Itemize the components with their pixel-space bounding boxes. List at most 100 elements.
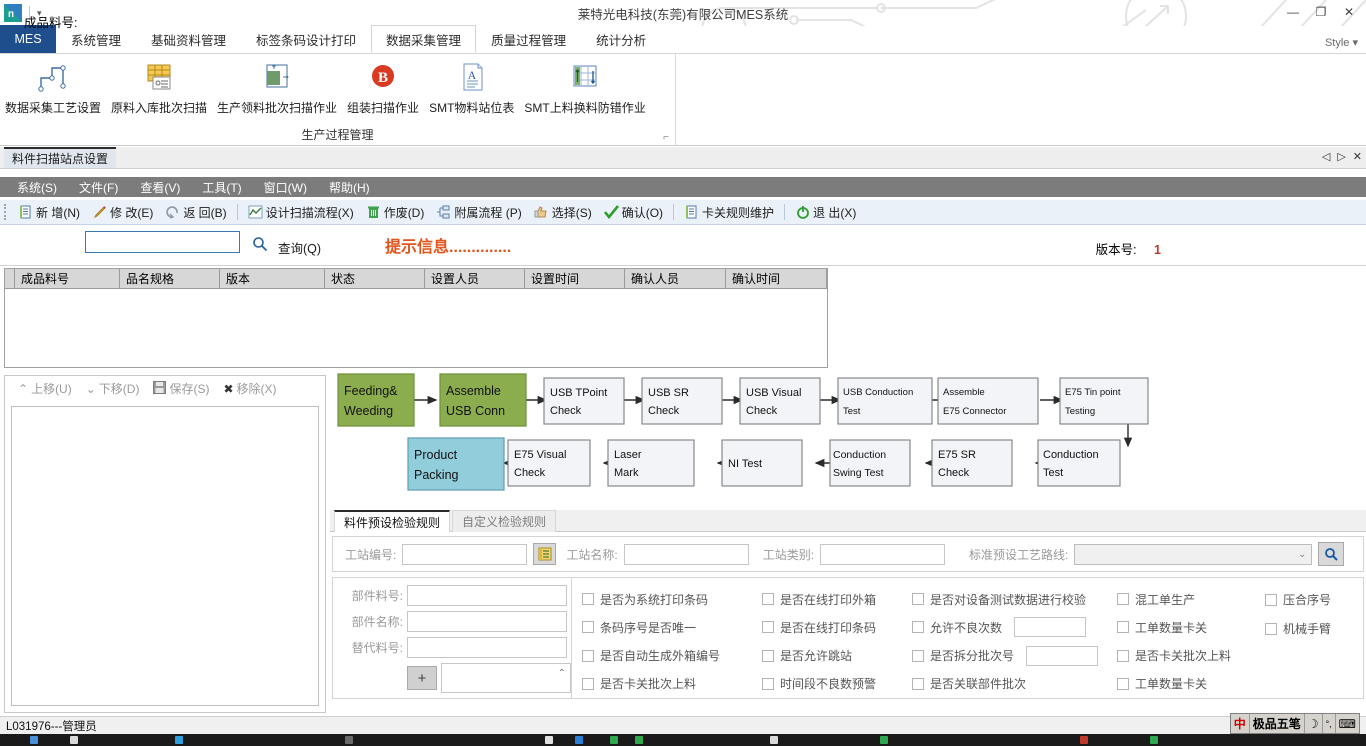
chk-system-print-barcode[interactable]: 是否为系统打印条码	[572, 585, 752, 613]
query-button[interactable]: 查询(Q)	[278, 238, 321, 257]
taskbar-icon[interactable]	[30, 736, 38, 744]
checkbox-box[interactable]	[912, 677, 924, 690]
form-toolbar[interactable]: 新 增(N) 修 改(E) 返 回(B) 设计扫描流程(X) 作废(D) 附属流…	[0, 200, 1366, 225]
dialog-launcher-icon[interactable]: ⌐	[663, 132, 669, 143]
checkbox-box[interactable]	[912, 649, 924, 662]
station-name-input[interactable]	[623, 543, 749, 565]
move-up-button[interactable]: ⌃ 上移(U)	[11, 380, 79, 397]
checkbox-box[interactable]	[1117, 649, 1129, 662]
chevron-left-icon[interactable]: ◁	[1322, 150, 1330, 163]
tab-preset-inspection-rules[interactable]: 料件预设检验规则	[334, 510, 451, 532]
checkbox-box[interactable]	[582, 649, 594, 662]
taskbar-icon[interactable]	[545, 736, 553, 744]
allow-defect-count-input[interactable]	[1014, 617, 1087, 638]
substitute-part-no-input[interactable]	[407, 637, 567, 658]
toolbar-back-button[interactable]: 返 回(B)	[159, 201, 232, 223]
ime-name[interactable]: 极品五笔	[1250, 714, 1305, 733]
os-taskbar[interactable]	[0, 734, 1366, 746]
chk-press-sequence-no[interactable]: 压合序号	[1255, 585, 1363, 614]
chk-barcode-seq-unique[interactable]: 条码序号是否唯一	[572, 613, 752, 641]
chk-robot-arm[interactable]: 机械手臂	[1255, 614, 1363, 643]
finished-part-no-input[interactable]	[85, 231, 240, 253]
grid-col-part-no[interactable]: 成品料号	[15, 269, 120, 288]
toolbar-design-flow-button[interactable]: 设计扫描流程(X)	[242, 201, 360, 223]
checkbox-box[interactable]	[582, 621, 594, 634]
checkbox-box[interactable]	[912, 621, 924, 634]
grid-col-set-time[interactable]: 设置时间	[525, 269, 625, 288]
minimize-button[interactable]: —	[1280, 2, 1306, 22]
grid-col-setter[interactable]: 设置人员	[425, 269, 525, 288]
checkbox-box[interactable]	[762, 621, 774, 634]
chk-online-print-carton[interactable]: 是否在线打印外箱	[752, 585, 902, 613]
station-no-input[interactable]	[402, 543, 528, 565]
checkbox-box[interactable]	[1265, 622, 1277, 635]
mdi-nav-controls[interactable]: ◁ ▷ ✕	[1322, 150, 1362, 163]
checkbox-box[interactable]	[762, 593, 774, 606]
ribbon-tab-statistics[interactable]: 统计分析	[581, 25, 661, 53]
toolbar-select-button[interactable]: 选择(S)	[528, 201, 598, 223]
ime-mode-icon[interactable]: 中	[1231, 714, 1250, 733]
checkbox-box[interactable]	[582, 677, 594, 690]
taskbar-icon[interactable]	[635, 736, 643, 744]
taskbar-icon[interactable]	[175, 736, 183, 744]
mdi-tab-scan-station-setup[interactable]: 料件扫描站点设置	[4, 147, 117, 168]
toolbar-void-button[interactable]: 作废(D)	[360, 201, 431, 223]
chk-split-batch-no[interactable]: 是否拆分批次号	[902, 642, 1107, 670]
taskbar-icon[interactable]	[770, 736, 778, 744]
ribbon-item-production-issue-scan[interactable]: 生产领料批次扫描作业	[212, 58, 342, 116]
toolbar-rules-maintenance-button[interactable]: 卡关规则维护	[678, 201, 780, 223]
checkbox-box[interactable]	[762, 677, 774, 690]
taskbar-icon[interactable]	[345, 736, 353, 744]
menu-file[interactable]: 文件(F)	[68, 179, 129, 196]
move-down-button[interactable]: ⌄ 下移(D)	[79, 380, 147, 397]
ribbon-item-assembly-scan[interactable]: B 组装扫描作业	[342, 58, 424, 116]
ribbon-item-smt-material-station[interactable]: A SMT物料站位表	[424, 58, 519, 116]
maximize-button[interactable]: ❐	[1308, 2, 1334, 22]
component-name-input[interactable]	[407, 611, 567, 632]
inspection-rules-tabs[interactable]: 料件预设检验规则 自定义检验规则	[330, 510, 1366, 532]
standard-route-combo[interactable]: ⌄	[1074, 543, 1313, 565]
taskbar-icon[interactable]	[1080, 736, 1088, 744]
taskbar-icon[interactable]	[70, 736, 78, 744]
menu-bar[interactable]: 系统(S) 文件(F) 查看(V) 工具(T) 窗口(W) 帮助(H)	[0, 177, 1366, 197]
close-icon[interactable]: ✕	[1353, 150, 1362, 163]
ribbon-tab-quality[interactable]: 质量过程管理	[476, 25, 581, 53]
grid-body[interactable]	[5, 289, 827, 367]
menu-help[interactable]: 帮助(H)	[318, 179, 381, 196]
ime-punctuation-icon[interactable]: °,	[1323, 714, 1336, 733]
station-sequence-toolbar[interactable]: ⌃ 上移(U) ⌄ 下移(D) 保存(S) ✖ 移除(X)	[5, 376, 325, 402]
checkbox-box[interactable]	[912, 593, 924, 606]
grid-col-version[interactable]: 版本	[220, 269, 325, 288]
ime-language-bar[interactable]: 中 极品五笔 ☽ °, ⌨	[1229, 713, 1360, 734]
grid-col-confirmer[interactable]: 确认人员	[625, 269, 726, 288]
style-menu[interactable]: Style ▾	[1325, 36, 1358, 49]
window-controls[interactable]: — ❐ ✕	[1280, 2, 1362, 22]
station-sequence-list[interactable]	[11, 406, 319, 706]
ribbon-tab-basic-data[interactable]: 基础资料管理	[136, 25, 241, 53]
list-picker-icon[interactable]	[533, 543, 557, 565]
toolbar-confirm-button[interactable]: 确认(O)	[598, 201, 669, 223]
chk-auto-gen-carton-no[interactable]: 是否自动生成外箱编号	[572, 642, 752, 670]
chk-workorder-qty-block-1[interactable]: 工单数量卡关	[1107, 613, 1255, 641]
ribbon-item-data-collection-setup[interactable]: 数据采集工艺设置	[0, 58, 106, 116]
toolbar-exit-button[interactable]: 退 出(X)	[789, 201, 862, 223]
save-button[interactable]: 保存(S)	[146, 380, 216, 397]
chk-mixed-workorder[interactable]: 混工单生产	[1107, 585, 1255, 613]
chk-allow-defect-count[interactable]: 允许不良次数	[902, 613, 1107, 641]
ribbon-tab-label-barcode[interactable]: 标签条码设计打印	[241, 25, 371, 53]
grid-col-status[interactable]: 状态	[325, 269, 425, 288]
checkbox-box[interactable]	[582, 593, 594, 606]
taskbar-icon[interactable]	[1150, 736, 1158, 744]
taskbar-icon[interactable]	[575, 736, 583, 744]
toolbar-sub-flow-button[interactable]: 附属流程 (P)	[430, 201, 527, 223]
chevron-right-icon[interactable]: ▷	[1337, 150, 1345, 163]
chk-block-batch-feed[interactable]: 是否卡关批次上料	[572, 670, 752, 698]
chk-online-print-barcode[interactable]: 是否在线打印条码	[752, 613, 902, 641]
component-part-no-input[interactable]	[407, 585, 567, 606]
remove-button[interactable]: ✖ 移除(X)	[216, 380, 283, 397]
grid-col-confirm-time[interactable]: 确认时间	[726, 269, 827, 288]
substitute-list-box[interactable]: ⌃	[441, 663, 571, 693]
ime-keyboard-icon[interactable]: ⌨	[1336, 714, 1359, 733]
close-button[interactable]: ✕	[1336, 2, 1362, 22]
chk-workorder-qty-block-2[interactable]: 工单数量卡关	[1107, 670, 1255, 698]
